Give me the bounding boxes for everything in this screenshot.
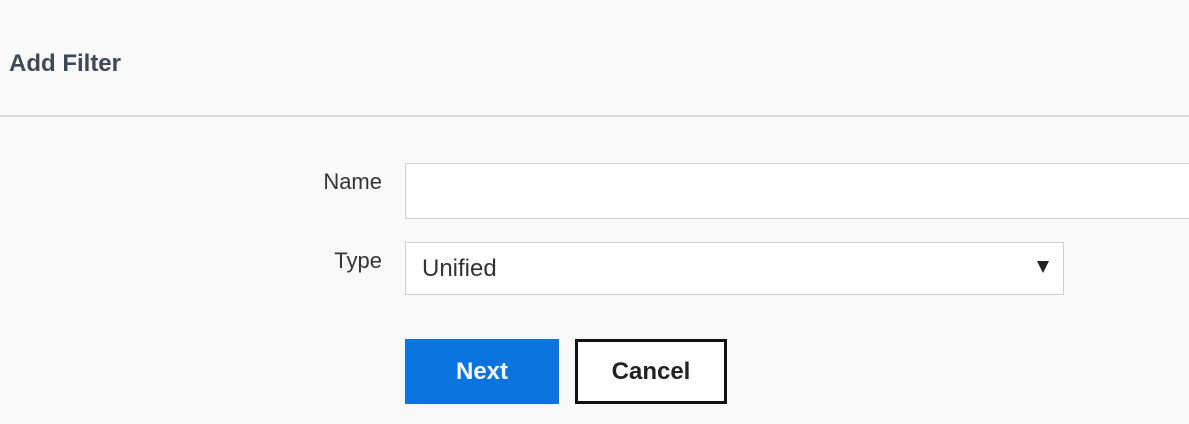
cancel-button[interactable]: Cancel	[575, 339, 727, 404]
dialog-title: Add Filter	[9, 50, 121, 77]
caret-down-icon	[1037, 261, 1049, 273]
dialog-header: Add Filter	[0, 0, 1189, 117]
type-selected-value: Unified	[422, 255, 497, 282]
name-input[interactable]	[405, 163, 1189, 219]
name-label: Name	[323, 169, 382, 194]
type-label: Type	[334, 248, 382, 273]
next-button[interactable]: Next	[405, 339, 559, 404]
add-filter-dialog: Add Filter Name Type Unified Next Cancel	[0, 0, 1189, 424]
type-select[interactable]: Unified	[405, 242, 1064, 295]
